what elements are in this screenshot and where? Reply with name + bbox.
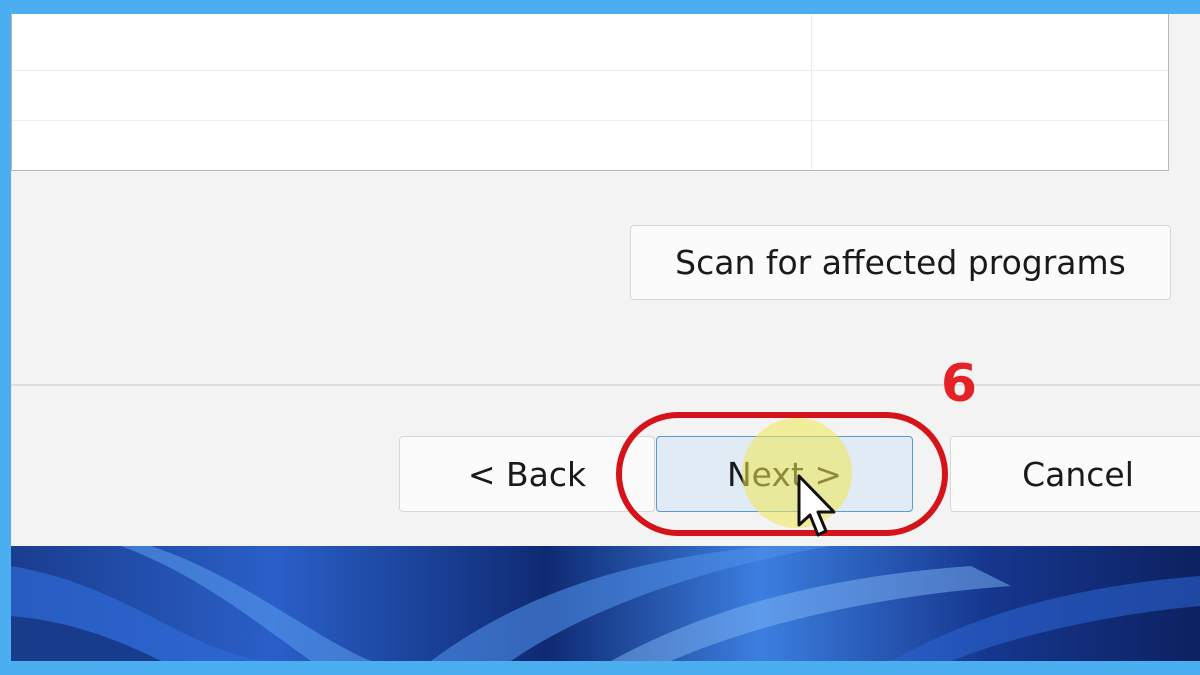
list-row[interactable] [12, 71, 1168, 121]
scan-for-affected-programs-button[interactable]: Scan for affected programs [630, 225, 1171, 300]
desktop-wallpaper [11, 546, 1200, 661]
step-number-badge: 6 [940, 354, 978, 414]
programs-list[interactable] [11, 14, 1169, 171]
arrow-pointer-icon [797, 474, 836, 537]
list-row[interactable] [12, 121, 1168, 171]
setup-dialog: Scan for affected programs < Back Next >… [11, 14, 1200, 546]
footer-separator [11, 384, 1200, 386]
tutorial-highlight-ring [616, 412, 948, 536]
column-divider [811, 14, 812, 170]
cancel-button[interactable]: Cancel [950, 436, 1200, 512]
list-row[interactable] [12, 21, 1168, 71]
wallpaper-swirl [11, 546, 1200, 661]
screenshot-frame: Scan for affected programs < Back Next >… [11, 14, 1200, 661]
